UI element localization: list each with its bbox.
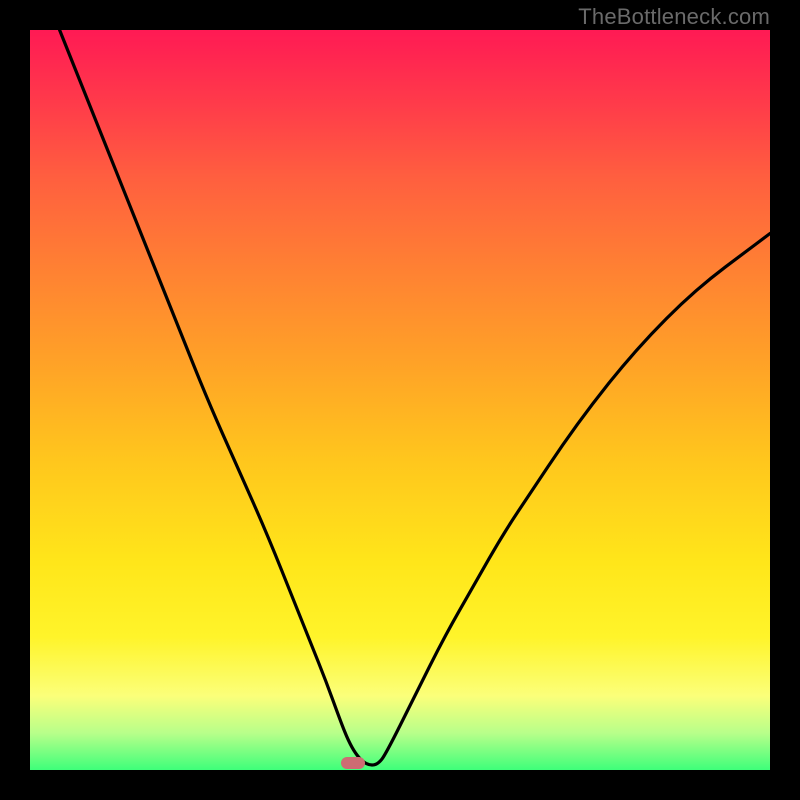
bottleneck-curve (0, 0, 800, 800)
watermark-text: TheBottleneck.com (578, 4, 770, 30)
optimal-marker (341, 757, 365, 769)
